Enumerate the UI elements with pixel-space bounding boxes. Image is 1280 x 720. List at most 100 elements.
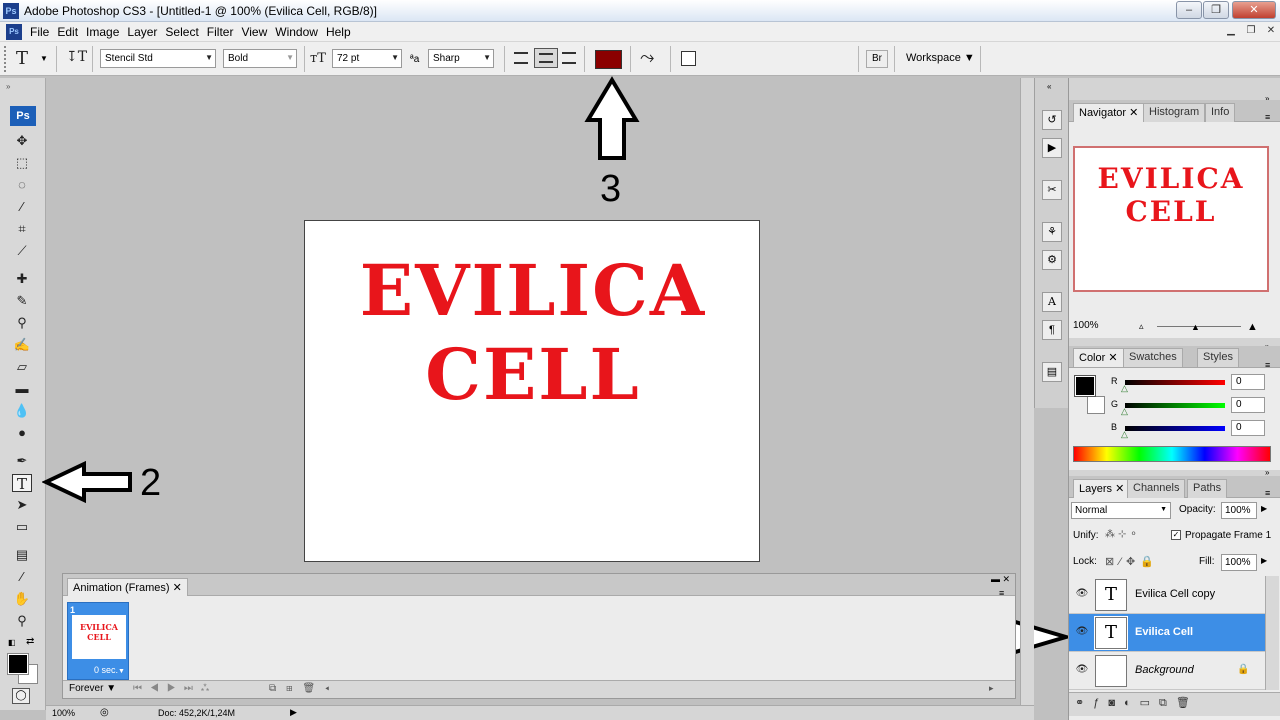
tab-color[interactable]: Color ✕ [1073,348,1124,367]
layers-footer-icons[interactable]: ⚭ƒ◙◐▭⧉🗑 [1075,696,1199,710]
dodge-tool-icon[interactable]: ● [12,424,32,442]
type-tool-icon[interactable]: T [12,474,32,493]
document-icon[interactable]: Ps [6,24,22,40]
navigator-preview[interactable]: EVILICA CELL [1073,146,1269,292]
fill-arrow-icon[interactable]: ▶ [1261,556,1267,565]
zoom-tool-icon[interactable]: ⚲ [12,612,32,630]
menu-edit[interactable]: Edit [57,25,86,39]
status-menu-arrow-icon[interactable]: ▶ [290,707,297,718]
character-panel-icon[interactable]: A [1042,292,1062,312]
color-g-slider[interactable] [1125,403,1225,408]
color-bg-swatch[interactable] [1087,396,1105,414]
menu-layer[interactable]: Layer [127,25,165,39]
brush-tool-icon[interactable]: ✎ [12,292,32,310]
navigator-zoom[interactable]: 100% [1073,320,1099,331]
animation-frame-1[interactable]: 1 EVILICA CELL 0 sec.▼ [67,602,129,680]
minimize-button[interactable]: – [1176,1,1202,19]
toolbox-collapse-icon[interactable]: » [6,82,10,91]
visibility-eye-icon[interactable]: 👁 [1075,626,1089,638]
font-family-select[interactable]: Stencil Std ▼ [100,49,216,68]
color-b-thumb[interactable]: △ [1121,429,1128,440]
paragraph-panel-icon[interactable]: ¶ [1042,320,1062,340]
panel-minimize-icon[interactable]: ▬ ✕ [991,574,1010,585]
opacity-input[interactable]: 100% [1221,502,1257,519]
font-size-select[interactable]: 72 pt ▼ [332,49,402,68]
vertical-scrollbar[interactable] [1020,78,1034,705]
notes-tool-icon[interactable]: ▤ [12,546,32,564]
align-left-icon[interactable] [514,52,528,64]
options-grip[interactable] [4,46,8,72]
visibility-eye-icon[interactable]: 👁 [1075,664,1089,676]
tab-channels[interactable]: Channels [1127,479,1186,498]
layers-scrollbar[interactable] [1265,576,1279,690]
text-orientation-icon[interactable]: ↧T [66,49,87,65]
brushes-panel-icon[interactable]: ⚘ [1042,222,1062,242]
menu-window[interactable]: Window [275,25,326,39]
scroll-right-icon[interactable]: ▸ [989,683,994,694]
font-style-select[interactable]: Bold ▼ [223,49,297,68]
path-selection-tool-icon[interactable]: ➤ [12,496,32,514]
zoom-out-icon[interactable]: ▵ [1139,321,1144,332]
menu-filter[interactable]: Filter [207,25,242,39]
doc-minimize-icon[interactable]: ▁ [1222,25,1240,39]
frame-delay[interactable]: 0 sec.▼ [94,665,125,675]
rectangle-tool-icon[interactable]: ▭ [12,518,32,536]
history-brush-tool-icon[interactable]: ✍ [12,336,32,354]
slice-tool-icon[interactable]: ⟋ [12,242,32,260]
tool-preset-text-icon[interactable]: T [16,48,28,69]
menu-help[interactable]: Help [326,25,359,39]
actions-panel-icon[interactable]: ▶ [1042,138,1062,158]
crop-tool-icon[interactable]: ⌗ [12,220,32,238]
loop-select[interactable]: Forever ▼ [69,683,116,694]
doc-restore-icon[interactable]: ❐ [1242,25,1260,39]
zoom-in-icon[interactable]: ▲ [1247,321,1258,333]
healing-brush-tool-icon[interactable]: ✚ [12,270,32,288]
frame-actions[interactable]: ⧉⊞🗑◂ [269,683,339,694]
lock-icons[interactable]: ⊠⁄✥🔒 [1105,555,1159,568]
swap-colors-icon[interactable]: ⇄ [26,636,34,647]
fill-input[interactable]: 100% [1221,554,1257,571]
bridge-icon[interactable]: Br [866,50,888,68]
history-panel-icon[interactable]: ↺ [1042,110,1062,130]
layers-menu-icon[interactable]: ≡ [1265,488,1270,498]
character-paragraph-panel-icon[interactable] [681,51,696,66]
tool-presets-panel-icon[interactable]: ✂ [1042,180,1062,200]
dock-collapse-icon[interactable]: « [1047,82,1051,91]
tool-preset-chevron-down-icon[interactable]: ▼ [40,54,48,63]
layer-row-selected[interactable]: 👁 T Evilica Cell [1069,614,1265,652]
visibility-eye-icon[interactable]: 👁 [1075,588,1089,600]
document-canvas[interactable]: EVILICA CELL [304,220,760,562]
menu-select[interactable]: Select [165,25,206,39]
layer-comps-panel-icon[interactable]: ▤ [1042,362,1062,382]
color-b-input[interactable]: 0 [1231,420,1265,436]
navigator-menu-icon[interactable]: ≡ [1265,112,1270,122]
color-r-slider[interactable] [1125,380,1225,385]
blur-tool-icon[interactable]: 💧 [12,402,32,420]
menu-file[interactable]: File [30,25,57,39]
color-spectrum-ramp[interactable] [1073,446,1271,462]
close-button[interactable]: ✕ [1232,1,1276,19]
ps-logo-icon[interactable]: Ps [10,106,36,126]
clone-stamp-tool-icon[interactable]: ⚲ [12,314,32,332]
eyedropper-tool-icon[interactable]: ⁄ [12,568,32,586]
gradient-tool-icon[interactable]: ▬ [12,380,32,398]
tab-styles[interactable]: Styles [1197,348,1239,367]
pen-tool-icon[interactable]: ✒ [12,452,32,470]
tab-paths[interactable]: Paths [1187,479,1228,498]
quick-mask-icon[interactable]: ◯ [12,688,30,704]
workspace-menu[interactable]: Workspace ▼ [906,52,975,64]
tab-info[interactable]: Info [1205,103,1236,122]
antialias-select[interactable]: Sharp ▼ [428,49,494,68]
color-g-input[interactable]: 0 [1231,397,1265,413]
clone-source-panel-icon[interactable]: ⚙ [1042,250,1062,270]
magic-wand-tool-icon[interactable]: ⁄ [12,198,32,216]
color-r-thumb[interactable]: △ [1121,383,1128,394]
status-info-icon[interactable]: ◎ [100,707,109,718]
lasso-tool-icon[interactable]: ◌ [12,176,32,194]
blend-mode-select[interactable]: Normal ▼ [1071,502,1171,519]
tab-swatches[interactable]: Swatches [1123,348,1183,367]
hand-tool-icon[interactable]: ✋ [12,590,32,608]
align-center-button[interactable] [534,48,558,68]
playback-controls[interactable]: ⏮◀▶⏭⁂ [133,683,217,694]
tab-layers[interactable]: Layers ✕ [1073,479,1131,498]
